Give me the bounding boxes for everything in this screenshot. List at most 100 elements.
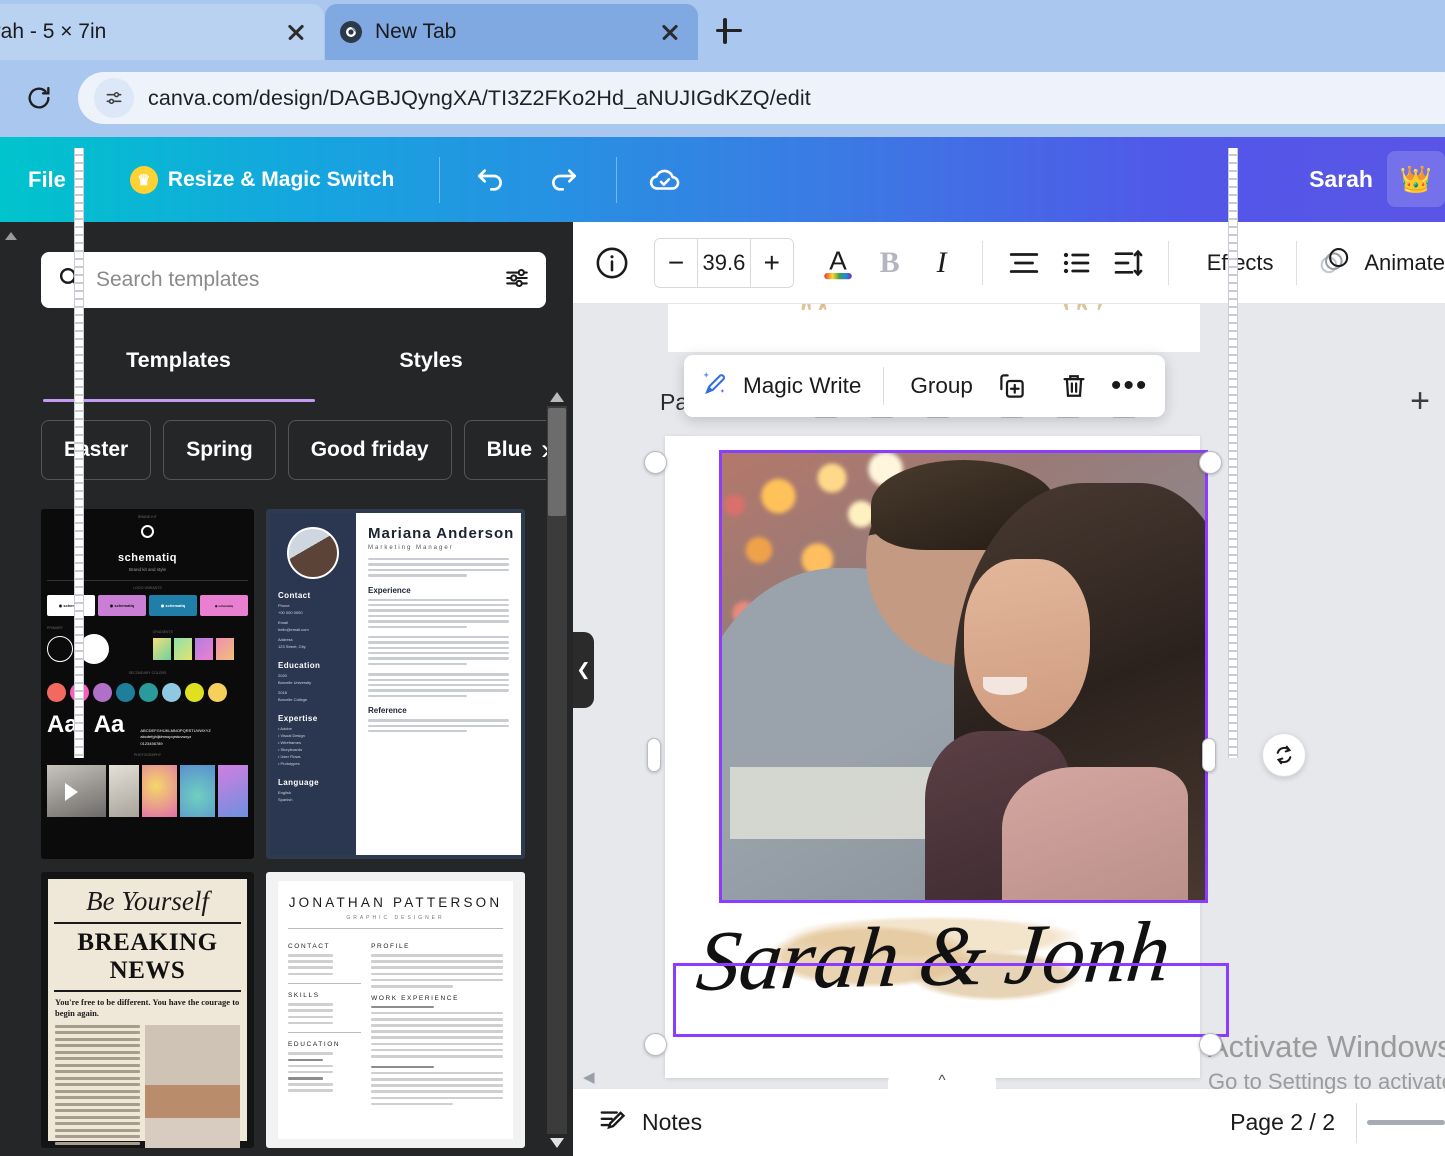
cloud-check-icon[interactable] [637, 152, 693, 208]
scrollbar-thumb[interactable] [548, 408, 566, 516]
magic-write-button[interactable]: Magic Write [700, 368, 861, 404]
close-icon[interactable] [656, 18, 684, 46]
resume-person-role: Marketing Manager [368, 545, 454, 551]
tab-styles[interactable]: Styles [316, 340, 546, 398]
jp-section-contact: CONTACT [288, 943, 331, 950]
reload-icon[interactable] [18, 77, 60, 119]
text-editor-toolbar: − 39.6 + A B I Effects Animate [573, 222, 1445, 304]
chrome-icon [339, 20, 363, 44]
align-center-icon[interactable] [1002, 235, 1046, 291]
template-thumbnail-brand-kit[interactable]: BRAND KIT schematiq Brand kit and style … [41, 509, 254, 859]
panel-tabs: Templates Styles [41, 340, 546, 402]
design-page[interactable]: Sarah & Jonh [665, 436, 1229, 1078]
caret-down-icon[interactable] [549, 1136, 565, 1150]
duplicate-icon[interactable] [989, 363, 1035, 409]
divider [981, 240, 983, 285]
close-icon[interactable] [282, 18, 310, 46]
user-name-label[interactable]: Sarah [1309, 166, 1373, 193]
chip-good-friday[interactable]: Good friday [287, 420, 452, 480]
newspaper-script-title: Be Yourself [86, 886, 209, 916]
effects-button[interactable]: Effects [1195, 240, 1286, 286]
browser-tab-active[interactable]: New Tab [325, 4, 698, 60]
caret-up-icon[interactable] [4, 228, 18, 240]
filter-sliders-icon[interactable] [504, 265, 530, 296]
chevron-up-icon[interactable]: ^ [888, 1072, 996, 1090]
resize-magic-switch-button[interactable]: ♛ Resize & Magic Switch [120, 158, 404, 202]
font-size-stepper[interactable]: − 39.6 + [654, 237, 794, 288]
animate-button[interactable]: Animate [1318, 243, 1445, 283]
notes-button[interactable]: Notes [598, 1105, 702, 1141]
undo-icon[interactable] [462, 152, 518, 208]
divider [439, 156, 441, 203]
jp-person-role: GRAPHIC DESIGNER [346, 915, 445, 921]
crown-icon: ♛ [129, 165, 158, 194]
chip-spring[interactable]: Spring [163, 420, 276, 480]
italic-button[interactable]: I [920, 235, 964, 291]
template-thumbnail-mariana-resume[interactable]: Contact Phone +00 000 0000 Email hello@ema… [266, 509, 525, 859]
divider [1295, 240, 1297, 285]
divider [616, 156, 618, 203]
tab-title: Sarah - 5 × 7in [0, 20, 107, 43]
svg-text:A: A [829, 245, 847, 275]
jp-section-work: WORK EXPERIENCE [371, 994, 460, 1002]
magic-write-label: Magic Write [743, 373, 862, 398]
font-color-icon[interactable]: A [816, 235, 860, 291]
script-text-element[interactable]: Sarah & Jonh [687, 901, 1203, 1061]
font-size-decrease-button[interactable]: − [655, 238, 698, 287]
design-canvas-area[interactable]: Page 2 + Magic Write Group [573, 304, 1445, 1088]
divider [1356, 1102, 1357, 1143]
font-size-increase-button[interactable]: + [750, 238, 793, 287]
site-settings-icon[interactable] [94, 78, 134, 118]
resize-handle-bottom-left[interactable] [644, 1033, 667, 1056]
template-thumbnail-jonathan-resume[interactable]: JONATHAN PATTERSON GRAPHIC DESIGNER CONT… [266, 872, 525, 1148]
font-size-input[interactable]: 39.6 [697, 238, 751, 287]
template-results: BRAND KIT schematiq Brand kit and style … [41, 509, 537, 1156]
tab-title: New Tab [375, 20, 457, 43]
resize-handle-mid-left[interactable] [647, 738, 661, 772]
element-context-menu: Magic Write Group ••• [684, 355, 1165, 417]
resume-section-language: Language [278, 778, 319, 787]
resize-label: Resize & Magic Switch [167, 167, 395, 191]
bold-button[interactable]: B [868, 235, 912, 291]
previous-page-fragment [668, 304, 1200, 352]
rotate-icon[interactable] [1262, 733, 1306, 777]
resize-handle-mid-right[interactable] [1202, 738, 1216, 772]
resize-handle-bottom-right[interactable] [1199, 1033, 1222, 1056]
add-page-button[interactable]: + [1410, 382, 1430, 421]
line-spacing-icon[interactable] [1106, 235, 1150, 291]
browser-toolbar: canva.com/design/DAGBJQyngXA/TI3Z2FKo2Hd… [0, 60, 1445, 137]
zoom-slider[interactable] [1367, 1120, 1445, 1125]
notes-icon [598, 1105, 628, 1141]
more-dots-icon[interactable]: ••• [1111, 363, 1149, 409]
chip-easter[interactable]: Easter [41, 420, 152, 480]
pro-crown-icon[interactable]: 👑 [1387, 151, 1445, 207]
divider [1167, 240, 1169, 285]
group-button[interactable]: Group [910, 373, 973, 399]
resize-handle-top-left[interactable] [644, 451, 667, 474]
info-icon[interactable] [595, 246, 629, 280]
file-menu-button[interactable]: File [16, 159, 78, 201]
resume-section-experience: Experience [368, 585, 411, 595]
jp-section-skills: SKILLS [288, 992, 320, 1000]
template-thumbnail-breaking-news[interactable]: Be Yourself BREAKING NEWS You're free to… [41, 872, 254, 1148]
caret-up-icon[interactable] [549, 390, 565, 404]
animate-label: Animate [1364, 249, 1445, 275]
bullet-list-icon[interactable] [1054, 235, 1098, 291]
resume-section-education: Education [278, 661, 321, 670]
browser-tab-inactive[interactable]: Sarah - 5 × 7in [0, 4, 324, 60]
search-input[interactable]: Search templates [41, 252, 546, 308]
caret-left-icon[interactable]: ◀ [583, 1068, 595, 1086]
resume-person-name: Mariana Anderson [368, 525, 515, 542]
couple-photo[interactable] [720, 451, 1207, 902]
address-bar[interactable]: canva.com/design/DAGBJQyngXA/TI3Z2FKo2Hd… [78, 72, 1445, 124]
resume-section-reference: Reference [368, 706, 407, 716]
new-tab-button[interactable] [712, 14, 746, 48]
templates-panel: Search templates Templates Styles Easter… [0, 222, 573, 1156]
redo-icon[interactable] [536, 152, 592, 208]
panel-scrollbar[interactable] [547, 390, 567, 1150]
url-text: canva.com/design/DAGBJQyngXA/TI3Z2FKo2Hd… [148, 85, 811, 110]
resize-handle-top-right[interactable] [1199, 451, 1222, 474]
page-count-label[interactable]: Page 2 / 2 [1230, 1109, 1335, 1136]
chevron-left-icon[interactable]: ❮ [573, 632, 594, 708]
trash-icon[interactable] [1051, 363, 1097, 409]
